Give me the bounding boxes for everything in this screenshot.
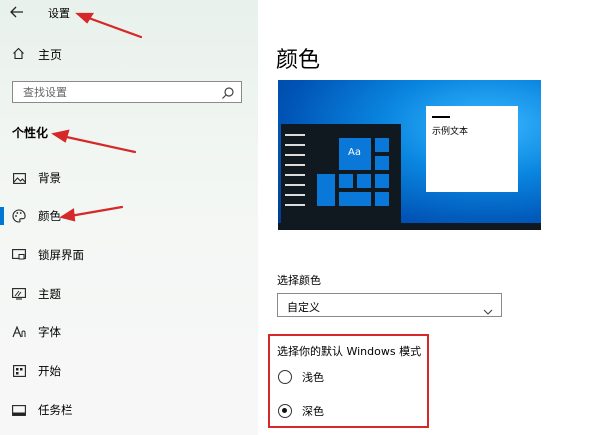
- app-title: 设置: [48, 7, 70, 20]
- sidebar-item-themes[interactable]: 主题: [0, 282, 258, 306]
- choose-color-label: 选择颜色: [277, 274, 321, 287]
- sidebar-item-label: 背景: [38, 171, 61, 185]
- radio-dark-mode[interactable]: 深色: [278, 403, 324, 419]
- radio-button[interactable]: [278, 370, 292, 384]
- search-icon[interactable]: [221, 85, 235, 99]
- preview-taskbar: [278, 223, 541, 230]
- preview-tile: Aa: [339, 138, 371, 170]
- image-icon: [12, 171, 26, 185]
- dropdown-value: 自定义: [287, 301, 320, 314]
- lock-screen-icon: [12, 248, 26, 262]
- search-box[interactable]: [12, 81, 242, 103]
- radio-label: 深色: [302, 405, 324, 418]
- color-preview: Aa 示例文本: [278, 80, 541, 230]
- radio-light-mode[interactable]: 浅色: [278, 369, 324, 385]
- sidebar-item-lock-screen[interactable]: 锁屏界面: [0, 243, 258, 267]
- chevron-down-icon: [483, 301, 493, 315]
- page-title: 颜色: [276, 48, 321, 73]
- main-content: 颜色 Aa 示例文本 选择颜色 自定义 选择你的默认 Windows 模式 浅色…: [258, 0, 594, 435]
- sidebar-item-label: 字体: [38, 325, 61, 339]
- theme-icon: [12, 287, 26, 301]
- sidebar-item-start[interactable]: 开始: [0, 359, 258, 383]
- font-icon: [12, 325, 26, 339]
- sidebar-item-label: 主题: [38, 287, 61, 301]
- sidebar-item-label: 颜色: [38, 209, 61, 223]
- preview-start-menu: Aa: [281, 124, 401, 225]
- sidebar-item-label: 任务栏: [38, 403, 73, 417]
- sidebar-item-label: 主页: [38, 48, 63, 62]
- back-arrow-icon[interactable]: [10, 4, 30, 22]
- sidebar-item-home[interactable]: 主页: [12, 46, 62, 63]
- preview-tile-text: Aa: [348, 147, 361, 158]
- home-icon: [12, 47, 28, 63]
- sidebar-item-label: 开始: [38, 364, 61, 378]
- radio-button[interactable]: [278, 404, 292, 418]
- section-title: 个性化: [12, 126, 49, 140]
- sidebar-item-colors[interactable]: 颜色: [0, 204, 258, 228]
- sidebar-item-taskbar[interactable]: 任务栏: [0, 398, 258, 422]
- sidebar-item-label: 锁屏界面: [38, 248, 84, 262]
- taskbar-icon: [12, 403, 26, 417]
- sidebar: 设置 主页 个性化 背景 颜色 锁屏界面 主题: [0, 0, 258, 435]
- preview-sample-text: 示例文本: [432, 127, 469, 137]
- mode-label: 选择你的默认 Windows 模式: [277, 345, 422, 358]
- start-icon: [12, 364, 26, 378]
- search-input[interactable]: [21, 85, 225, 100]
- sidebar-item-fonts[interactable]: 字体: [0, 320, 258, 344]
- preview-window: 示例文本: [426, 106, 518, 192]
- palette-icon: [12, 209, 26, 223]
- sidebar-item-background[interactable]: 背景: [0, 166, 258, 190]
- radio-label: 浅色: [302, 371, 324, 384]
- choose-color-dropdown[interactable]: 自定义: [277, 293, 502, 317]
